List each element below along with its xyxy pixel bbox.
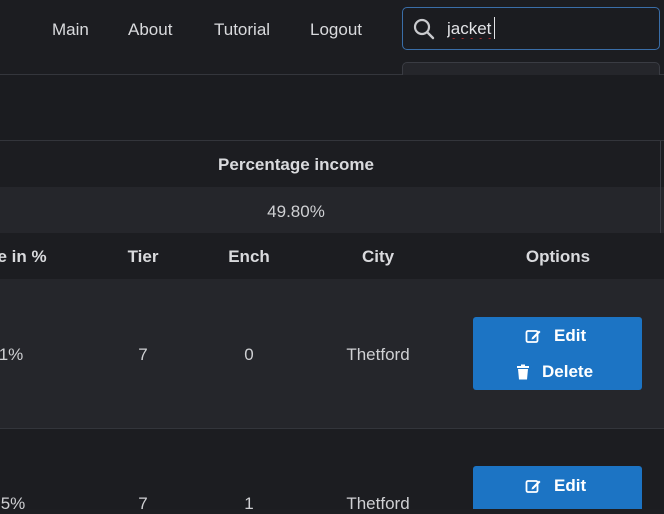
percentage-income-header: Percentage income (218, 155, 374, 174)
column-header-city: City (361, 247, 395, 266)
table-border (660, 141, 661, 233)
income-table-header: Percentage income (0, 141, 664, 188)
edit-icon (525, 480, 541, 493)
items-table-header: e in % Tier Ench City Options (0, 233, 664, 280)
percentage-income-value: 49.80% (267, 202, 325, 221)
cell-ench: 1 (244, 494, 254, 513)
cell-tier: 7 (138, 345, 148, 364)
nav-link-logout[interactable]: Logout (310, 19, 362, 41)
text-caret (494, 17, 495, 39)
row-actions-button: Edit Delete (473, 317, 642, 390)
edit-button[interactable]: Edit (473, 325, 642, 347)
nav-link-main[interactable]: Main (52, 19, 89, 41)
search-input[interactable] (447, 18, 647, 40)
cell-ench: 0 (244, 345, 254, 364)
income-table-row: 49.80% (0, 187, 664, 234)
cell-percent: 1% (0, 345, 24, 364)
column-header-options: Options (525, 247, 591, 266)
search-icon (413, 18, 435, 40)
edit-label: Edit (554, 476, 587, 495)
column-header-tier: Tier (127, 247, 159, 266)
subheader-area (0, 75, 664, 141)
cell-city: Thetford (346, 494, 410, 513)
column-header-ench: Ench (228, 247, 270, 266)
nav-link-about[interactable]: About (128, 19, 172, 41)
nav-link-tutorial[interactable]: Tutorial (214, 19, 270, 41)
column-header-percent: e in % (0, 247, 47, 266)
edit-label: Edit (554, 326, 587, 345)
trash-icon (517, 364, 529, 380)
edit-icon (525, 330, 541, 343)
cell-tier: 7 (138, 494, 148, 513)
cell-city: Thetford (346, 345, 410, 364)
cell-percent: 5% (0, 494, 26, 513)
edit-button[interactable]: Edit (473, 475, 642, 497)
delete-label: Delete (542, 362, 594, 381)
search-box[interactable] (402, 7, 660, 50)
row-actions-button: Edit (473, 466, 642, 509)
delete-button[interactable]: Delete (473, 361, 642, 383)
